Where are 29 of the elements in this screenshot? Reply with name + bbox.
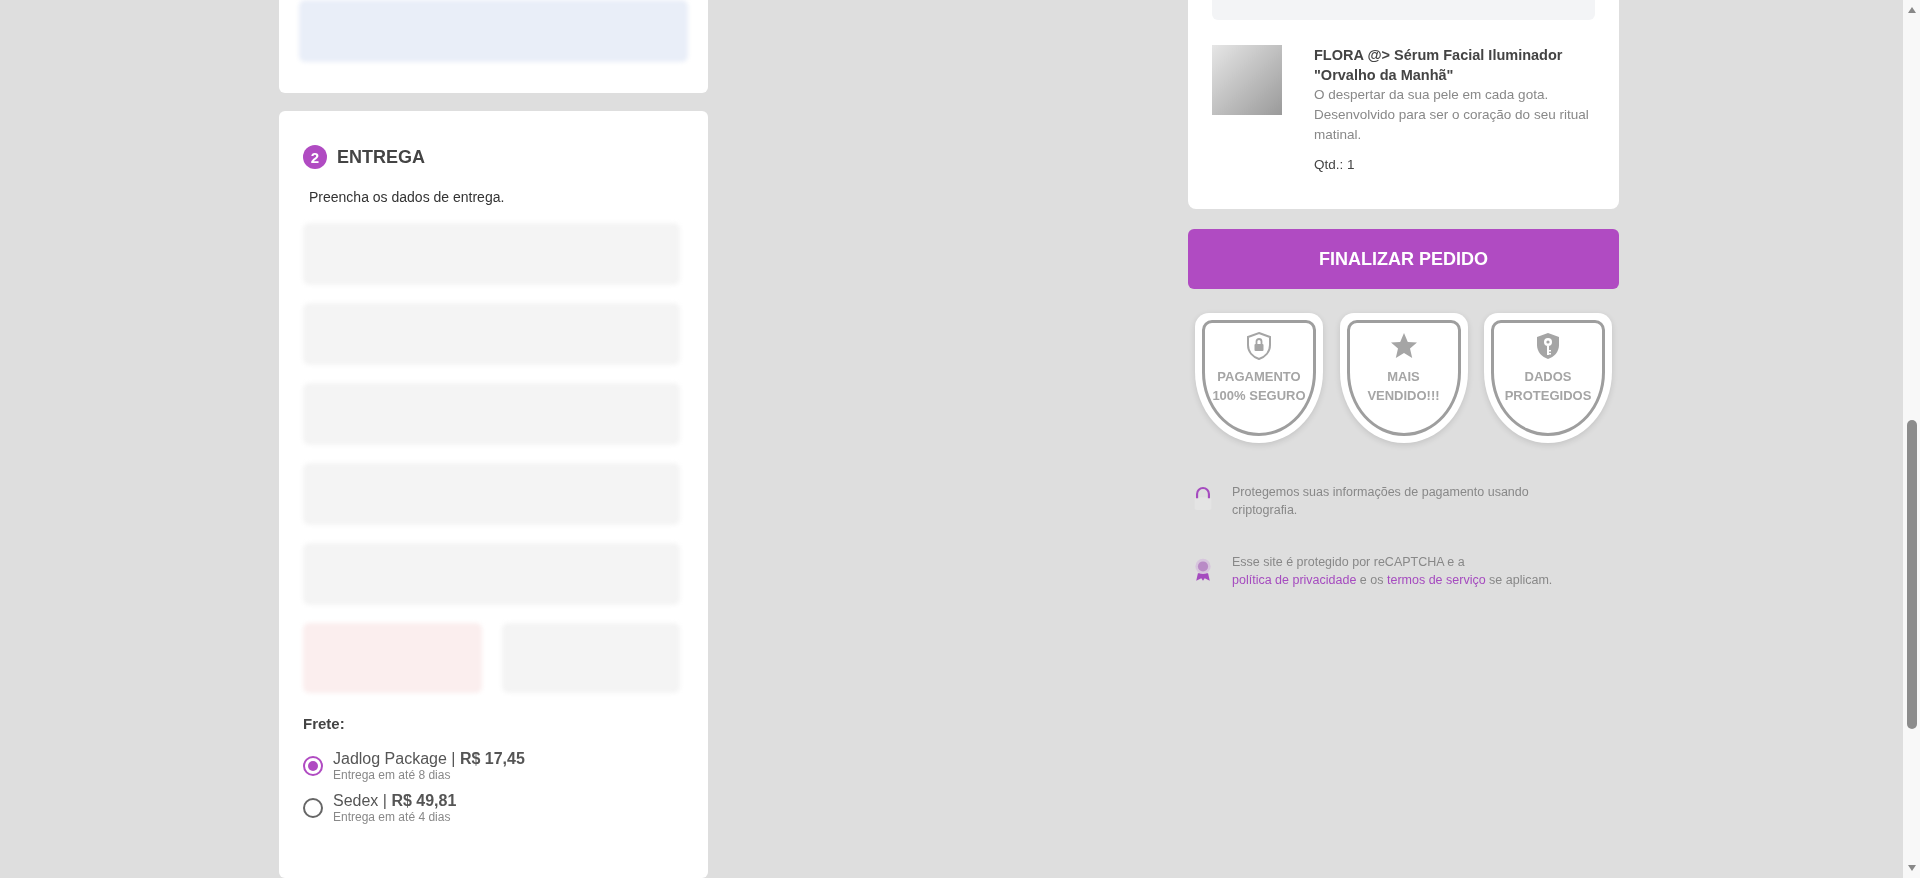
- shipping-option-label: Jadlog Package | R$ 17,45: [333, 750, 525, 768]
- checkout-button[interactable]: FINALIZAR PEDIDO: [1188, 229, 1619, 289]
- scrollbar-thumb[interactable]: [1906, 420, 1917, 729]
- notice-text: Protegemos suas informações de pagamento usando criptografia.: [1232, 484, 1530, 519]
- section-title: ENTREGA: [337, 146, 425, 168]
- scroll-up-arrow-icon[interactable]: [1906, 6, 1917, 14]
- section-subtitle: Preencha os dados de entrega.: [309, 189, 506, 205]
- padlock-icon: [1192, 485, 1214, 513]
- notice-link[interactable]: termos de serviço: [1386, 573, 1486, 587]
- delivery-time: Entrega em até 8 dias: [333, 768, 452, 782]
- shipping-option-label: Sedex | R$ 49,81: [333, 792, 457, 810]
- delivery-time: Entrega em até 4 dias: [333, 810, 452, 824]
- photo-placeholder: [1212, 45, 1282, 115]
- notice-link[interactable]: política de privacidade: [1232, 573, 1357, 587]
- step-number: 2: [303, 145, 327, 169]
- badge-label: MAIS VENDIDO!!!: [1366, 368, 1441, 405]
- star-icon: [1388, 331, 1419, 361]
- badge-label: PAGAMENTO 100% SEGURO: [1211, 368, 1307, 405]
- shield-lock-icon: [1244, 331, 1274, 361]
- product-title: FLORA @> Sérum Facial Iluminador "Orvalho da Manhã": [1314, 46, 1564, 85]
- scroll-down-arrow-icon[interactable]: [1906, 864, 1917, 872]
- shipping-label: Frete:: [303, 715, 346, 732]
- scrollbar[interactable]: [1903, 0, 1920, 878]
- product-description: O despertar da sua pele em cada gota. Desenvolvido para ser o coração do seu ritual matinal.: [1314, 86, 1590, 144]
- badge-label: DADOS PROTEGIDOS: [1503, 368, 1593, 405]
- notice-text: Esse site é protegido por reCAPTCHA e a política de privacidade e os termos de serviço se aplicam.: [1232, 554, 1554, 589]
- radio-button[interactable]: [303, 798, 323, 818]
- product-quantity: Qtd.: 1: [1314, 157, 1356, 172]
- radio-button[interactable]: [303, 756, 323, 776]
